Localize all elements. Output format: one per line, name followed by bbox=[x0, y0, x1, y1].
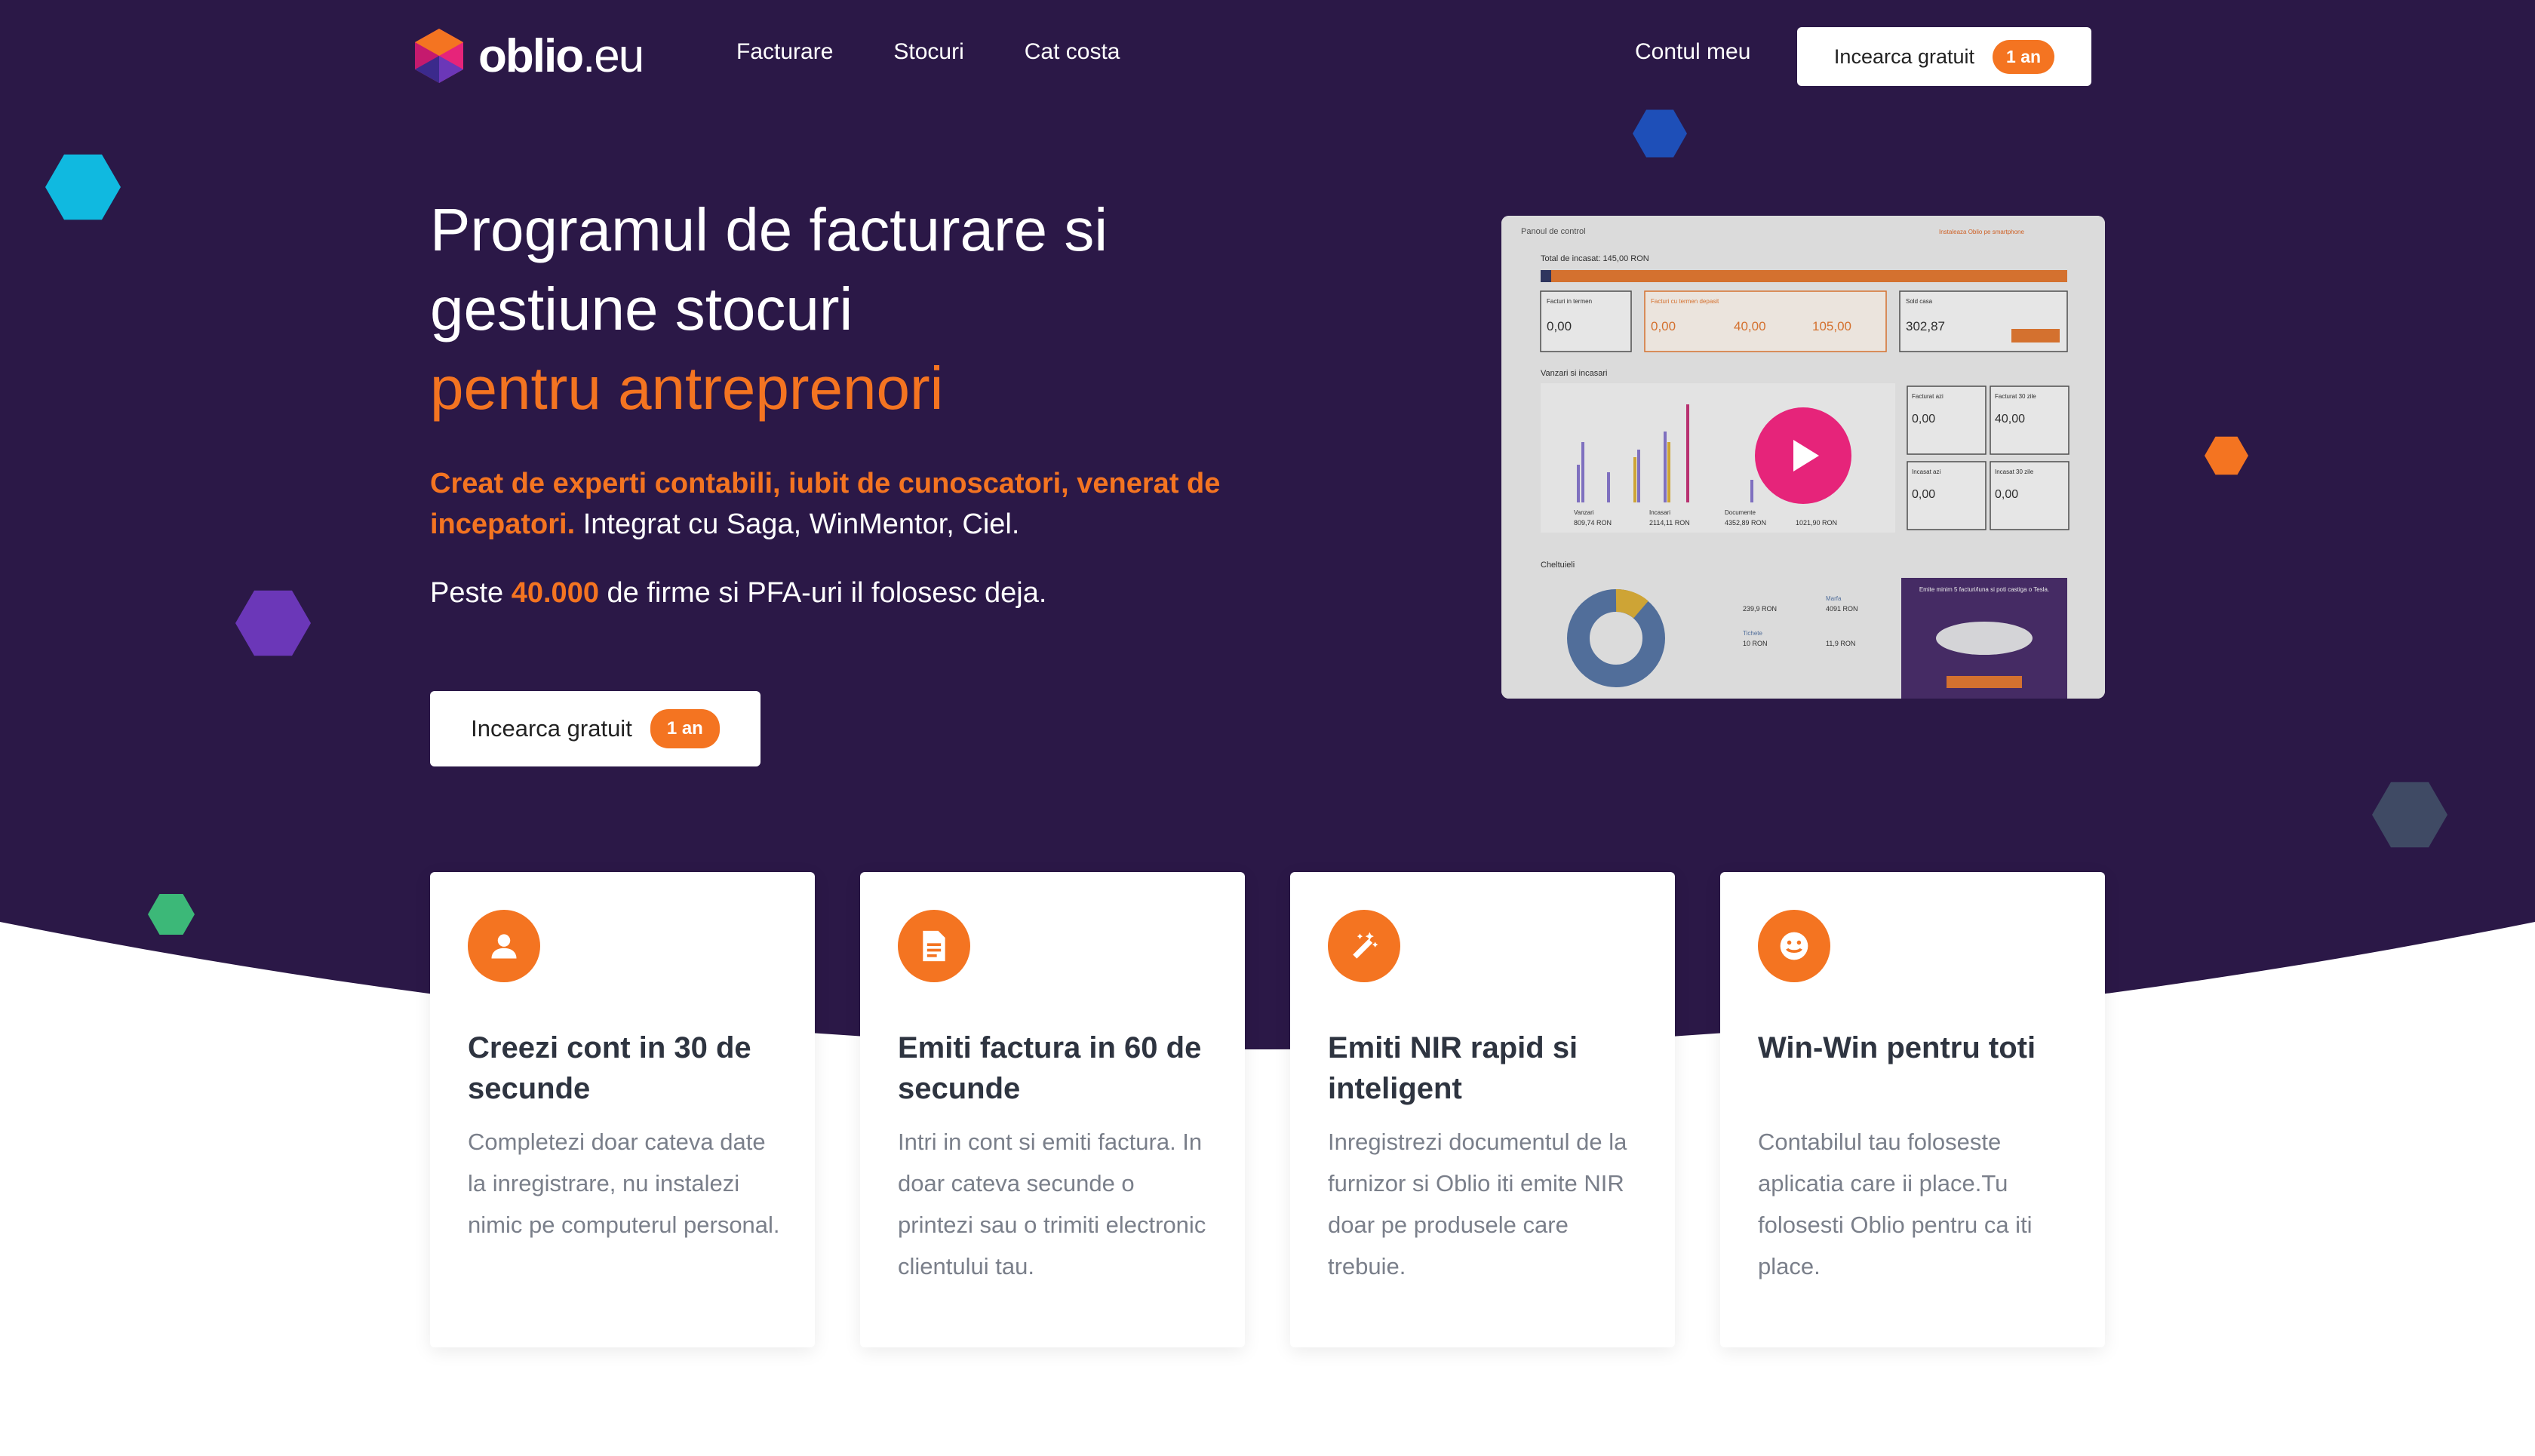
nav-cat-costa[interactable]: Cat costa bbox=[1025, 39, 1120, 65]
feature-card-win-win: Win-Win pentru toti Contabilul tau folos… bbox=[1720, 872, 2105, 1347]
feature-text: Inregistrezi documentul de la furnizor s… bbox=[1328, 1129, 1627, 1279]
main-nav: Facturare Stocuri Cat costa bbox=[736, 39, 1120, 65]
hero-title-line1: Programul de facturare si bbox=[430, 196, 1108, 263]
logo[interactable]: oblio.eu bbox=[409, 26, 644, 86]
feature-text: Contabilul tau foloseste aplicatia care … bbox=[1758, 1129, 2033, 1279]
smile-icon bbox=[1758, 910, 1830, 982]
document-icon bbox=[898, 910, 970, 982]
feature-card-invoice: Emiti factura in 60 de secunde Intri in … bbox=[860, 872, 1245, 1347]
feature-text: Intri in cont si emiti factura. In doar … bbox=[898, 1129, 1206, 1279]
feature-title: Emiti NIR rapid si inteligent bbox=[1328, 1031, 1578, 1105]
feature-card-nir: Emiti NIR rapid si inteligent Inregistre… bbox=[1290, 872, 1675, 1347]
tagline-rest: Integrat cu Saga, WinMentor, Ciel. bbox=[575, 508, 1020, 540]
logo-tld: .eu bbox=[582, 29, 644, 82]
logo-icon bbox=[415, 29, 463, 83]
hero-users-count: Peste 40.000 de firme si PFA-uri il folo… bbox=[430, 577, 1046, 610]
feature-title: Emiti factura in 60 de secunde bbox=[898, 1031, 1202, 1105]
feature-title: Creezi cont in 30 de secunde bbox=[468, 1031, 751, 1105]
header-cta-badge: 1 an bbox=[1993, 39, 2055, 74]
feature-text: Completezi doar cateva date la inregistr… bbox=[468, 1129, 780, 1238]
header-try-free-button[interactable]: Incearca gratuit 1 an bbox=[1797, 27, 2091, 86]
magic-wand-icon bbox=[1328, 910, 1400, 982]
users-prefix: Peste bbox=[430, 577, 512, 609]
hero-title-accent: pentru antreprenori bbox=[430, 355, 944, 422]
user-icon bbox=[468, 910, 540, 982]
hero-title: Programul de facturare si gestiune stocu… bbox=[430, 190, 1298, 428]
feature-card-account: Creezi cont in 30 de secunde Completezi … bbox=[430, 872, 815, 1347]
nav-stocuri[interactable]: Stocuri bbox=[893, 39, 963, 65]
play-icon bbox=[1793, 440, 1819, 472]
account-link[interactable]: Contul meu bbox=[1635, 39, 1750, 65]
hero-try-free-button[interactable]: Incearca gratuit 1 an bbox=[430, 691, 760, 766]
hero-cta-label: Incearca gratuit bbox=[471, 715, 632, 742]
header-cta-label: Incearca gratuit bbox=[1833, 45, 1975, 68]
users-count: 40.000 bbox=[511, 577, 599, 609]
hero-tagline: Creat de experti contabili, iubit de cun… bbox=[430, 463, 1298, 545]
nav-facturare[interactable]: Facturare bbox=[736, 39, 833, 65]
hero-title-line2: gestiune stocuri bbox=[430, 275, 853, 342]
feature-title: Win-Win pentru toti bbox=[1758, 1031, 2036, 1064]
play-video-button[interactable] bbox=[1755, 407, 1851, 504]
site-header: oblio.eu Facturare Stocuri Cat costa Con… bbox=[0, 0, 2535, 113]
logo-name: oblio bbox=[478, 29, 584, 82]
hero-cta-badge: 1 an bbox=[650, 709, 720, 748]
users-suffix: de firme si PFA-uri il folosesc deja. bbox=[598, 577, 1047, 609]
